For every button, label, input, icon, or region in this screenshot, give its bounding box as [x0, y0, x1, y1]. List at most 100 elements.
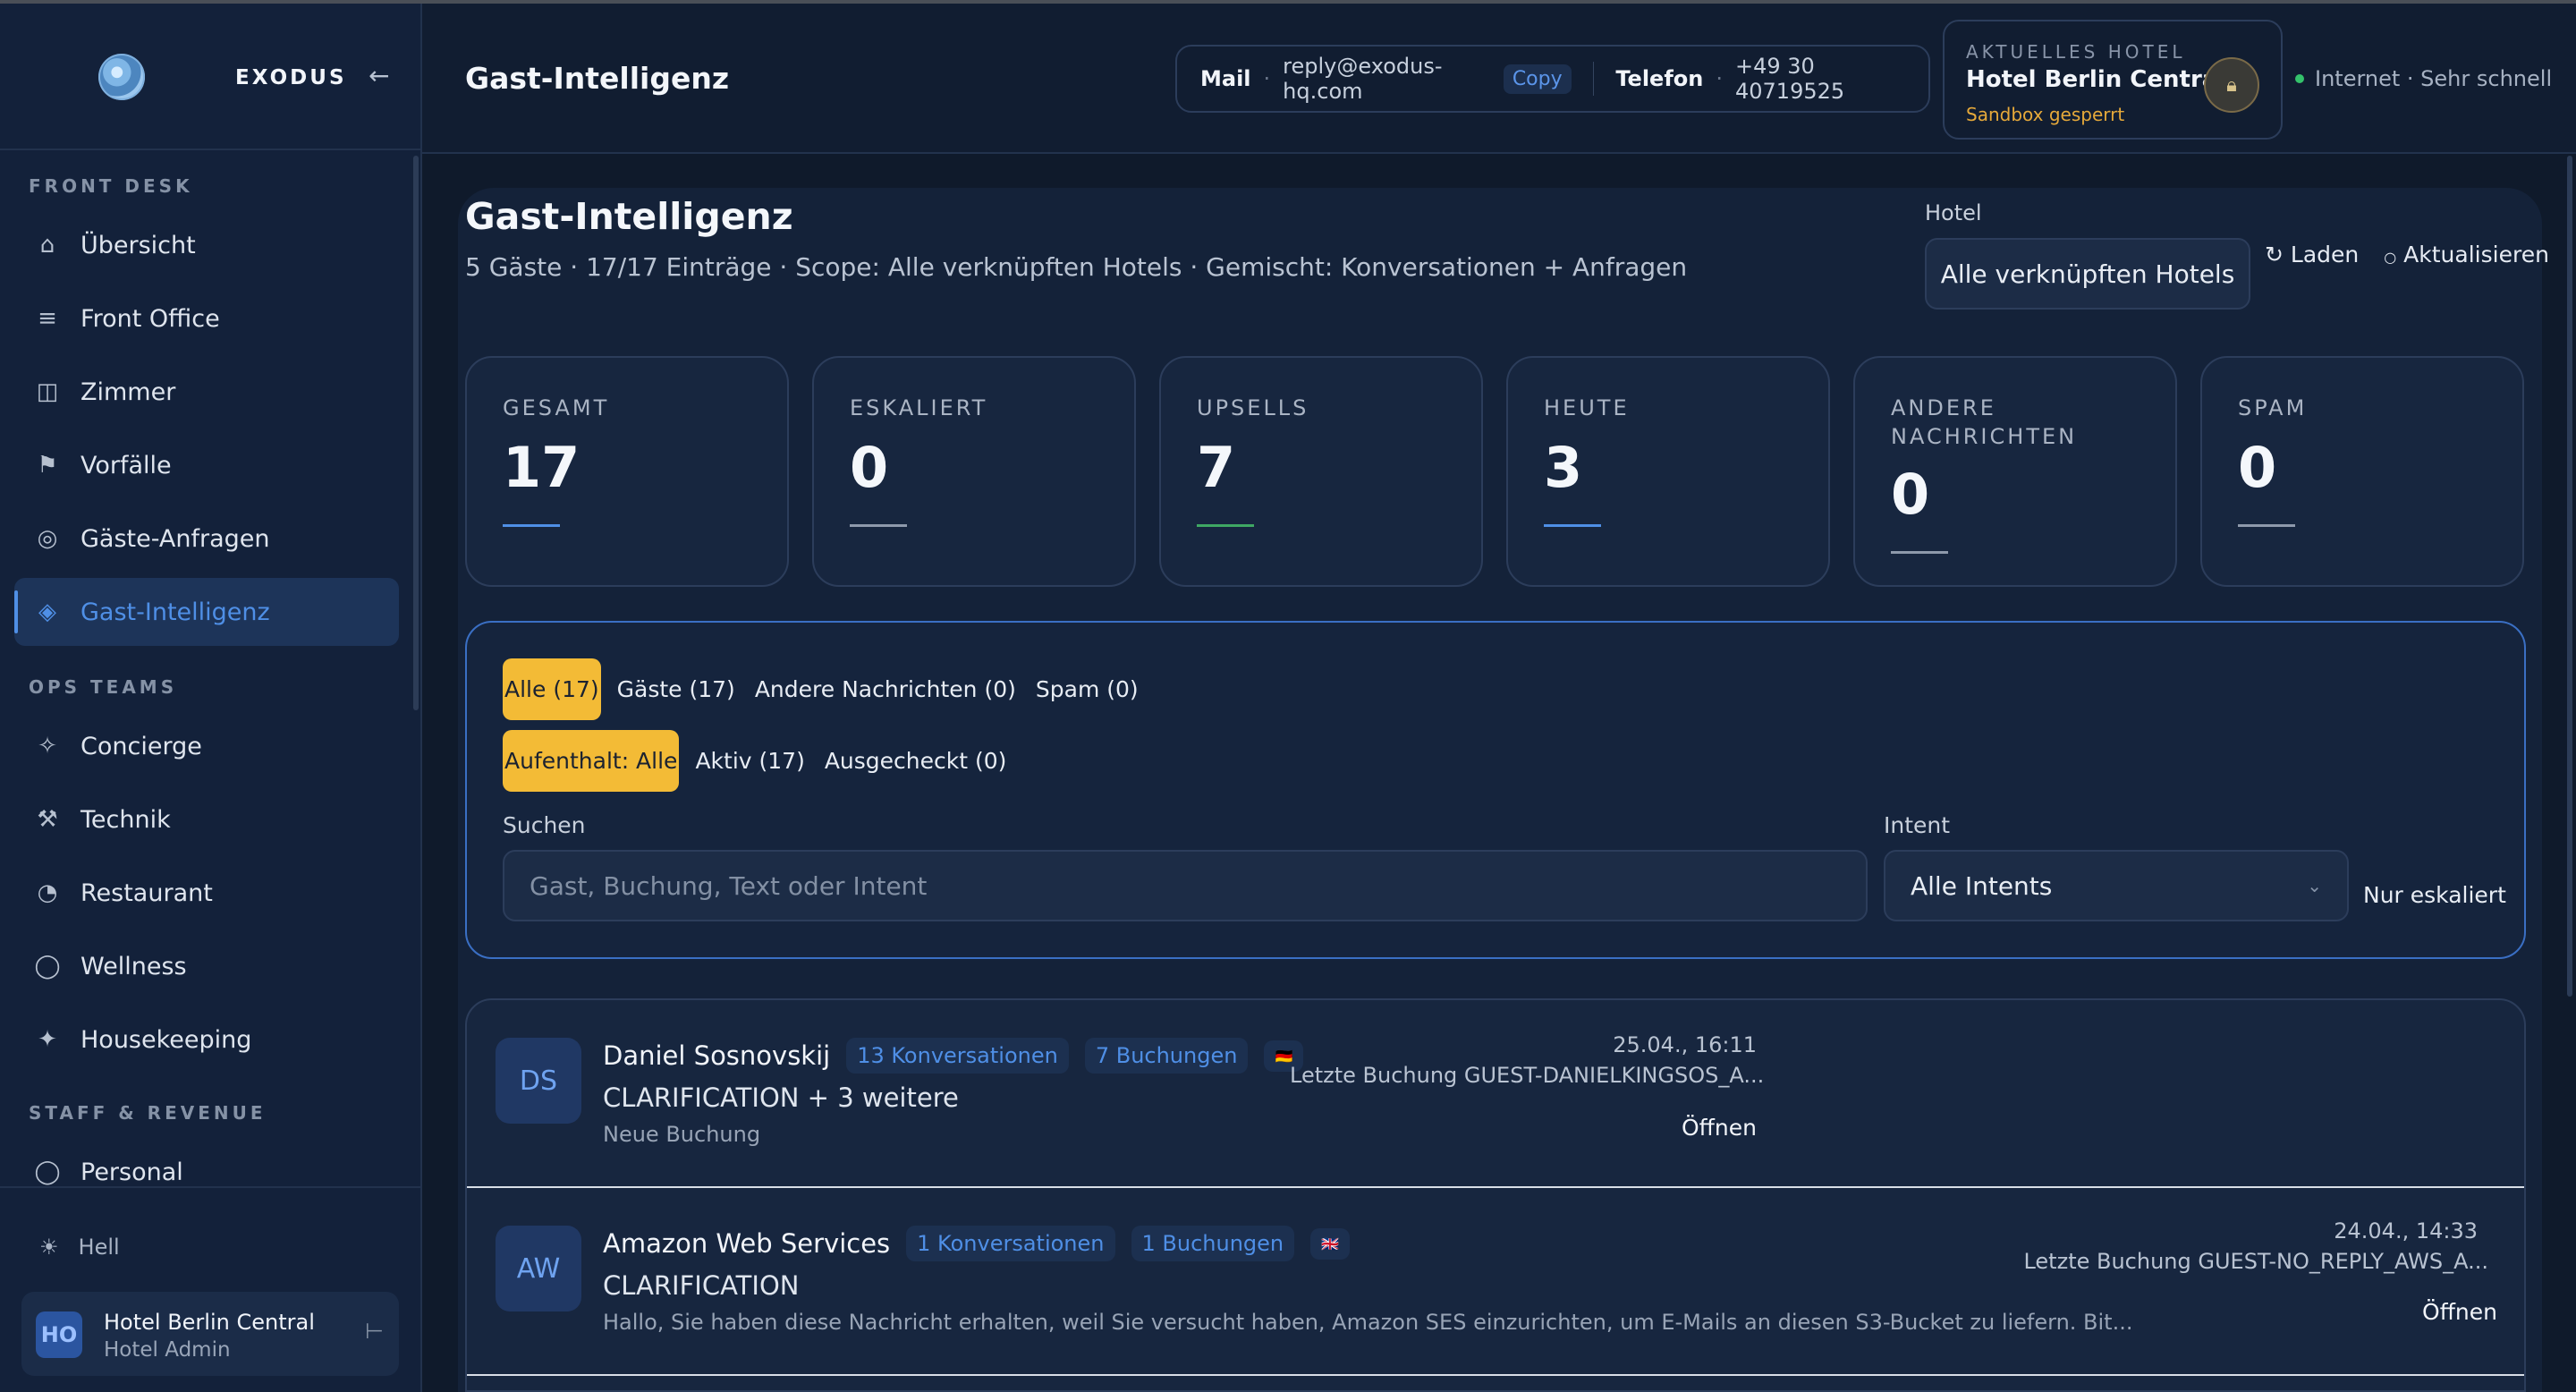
user-card[interactable]: HO Hotel Berlin Central Hotel Admin ⊢	[21, 1292, 399, 1376]
stat-card-heute: HEUTE 3	[1506, 356, 1830, 587]
section-label-staff-revenue: STAFF & REVENUE	[29, 1102, 267, 1124]
search-label: Suchen	[503, 812, 586, 838]
stat-label: HEUTE	[1544, 395, 1630, 420]
chip-andere-nachrichten[interactable]: Andere Nachrichten (0)	[751, 667, 1020, 711]
intent-select[interactable]: Alle Intents ⌄	[1884, 850, 2349, 921]
bookings-badge[interactable]: 7 Buchungen	[1084, 1038, 1249, 1074]
contact-bar: Mail · reply@exodus-hq.com Copy Telefon …	[1175, 45, 1930, 113]
avatar: DS	[496, 1038, 581, 1124]
sidebar-item-uebersicht[interactable]: ⌂ Übersicht	[14, 211, 399, 279]
user-role: Hotel Admin	[104, 1338, 231, 1362]
home-icon: ⌂	[39, 232, 55, 259]
wrench-icon: ⚒	[37, 806, 58, 833]
door-icon: ◫	[36, 378, 59, 405]
guest-name-line: Daniel Sosnovskij 13 Konversationen 7 Bu…	[603, 1038, 1304, 1074]
sidebar-item-gaeste-anfragen[interactable]: ◎ Gäste-Anfragen	[14, 505, 399, 573]
chip-aufenthalt-alle[interactable]: Aufenthalt: Alle	[503, 730, 680, 792]
open-button[interactable]: Öffnen	[1682, 1115, 1757, 1141]
section-label-ops-teams: OPS TEAMS	[29, 676, 178, 698]
sidebar-item-vorfaelle[interactable]: ⚑ Vorfälle	[14, 431, 399, 499]
hotel-filter-label: Hotel	[1925, 200, 1982, 225]
top-header: Gast-Intelligenz Mail · reply@exodus-hq.…	[422, 4, 2576, 154]
conversations-badge[interactable]: 1 Konversationen	[906, 1226, 1115, 1261]
load-button[interactable]: ↻ Laden	[2265, 242, 2359, 267]
main-scrollbar[interactable]	[2567, 156, 2572, 997]
sidebar-item-wellness[interactable]: ◯ Wellness	[14, 932, 399, 1000]
sidebar-item-label: Housekeeping	[80, 1025, 252, 1054]
sidebar-scrollbar[interactable]	[413, 156, 419, 710]
sun-icon: ☀	[39, 1235, 59, 1260]
sidebar-item-label: Concierge	[80, 732, 202, 760]
network-status-text: Internet · Sehr schnell	[2315, 66, 2553, 91]
spark-icon: ✧	[38, 733, 57, 760]
brand-logo-icon	[98, 54, 145, 100]
conversations-badge[interactable]: 13 Konversationen	[846, 1038, 1069, 1074]
sidebar-header: EXODUS ←	[0, 4, 420, 150]
list-item[interactable]: AW Amazon Web Services 1 Konversationen …	[467, 1188, 2524, 1376]
current-hotel-name: Hotel Berlin Central	[1966, 66, 2226, 93]
stat-card-andere-nachrichten: ANDERE NACHRICHTEN 0	[1853, 356, 2177, 587]
collapse-sidebar-icon[interactable]: ←	[369, 61, 389, 90]
flag-icon: ⚑	[37, 452, 58, 479]
open-button[interactable]: Öffnen	[2422, 1299, 2497, 1325]
page-title: Gast-Intelligenz	[465, 195, 793, 238]
reload-icon: ↻	[2265, 242, 2284, 267]
separator-dot: ·	[1263, 66, 1271, 91]
stat-card-spam: SPAM 0	[2200, 356, 2524, 587]
intent-select-value: Alle Intents	[1911, 870, 2053, 901]
sidebar-item-front-office[interactable]: ≡ Front Office	[14, 284, 399, 352]
sidebar-item-label: Übersicht	[80, 231, 196, 259]
hotel-select[interactable]: Alle verknüpften Hotels	[1925, 238, 2250, 310]
stat-accent-bar	[2238, 524, 2295, 527]
stat-card-gesamt: GESAMT 17	[465, 356, 789, 587]
chip-gaeste[interactable]: Gäste (17)	[614, 667, 739, 711]
refresh-button[interactable]: ○ Aktualisieren	[2384, 242, 2549, 267]
current-hotel-card[interactable]: AKTUELLES HOTEL Hotel Berlin Central San…	[1943, 20, 2283, 140]
stat-card-upsells: UPSELLS 7	[1159, 356, 1483, 587]
user-name: Hotel Berlin Central	[104, 1310, 315, 1335]
section-label-front-desk: FRONT DESK	[29, 175, 193, 197]
chip-ausgecheckt[interactable]: Ausgecheckt (0)	[821, 739, 1011, 783]
logout-icon[interactable]: ⊢	[365, 1319, 384, 1344]
sidebar-item-label: Gäste-Anfragen	[80, 524, 270, 553]
sidebar-item-housekeeping[interactable]: ✦ Housekeeping	[14, 1006, 399, 1074]
sidebar-item-label: Gast-Intelligenz	[80, 598, 270, 626]
uk-flag-icon: 🇬🇧	[1310, 1227, 1351, 1260]
sidebar-item-gast-intelligenz[interactable]: ◈ Gast-Intelligenz	[14, 578, 399, 646]
stat-accent-bar	[850, 524, 907, 527]
bookings-badge[interactable]: 1 Buchungen	[1131, 1226, 1295, 1261]
avatar: AW	[496, 1226, 581, 1311]
escalated-only-toggle[interactable]: Nur eskaliert	[2363, 882, 2506, 908]
stat-value: 0	[850, 435, 889, 500]
diamond-icon: ◈	[38, 598, 56, 625]
guest-snippet: Hallo, Sie haben diese Nachricht erhalte…	[603, 1310, 2133, 1335]
avatar: HO	[36, 1311, 82, 1358]
last-activity-date: 25.04., 16:11	[1613, 1032, 1757, 1057]
sidebar-item-zimmer[interactable]: ◫ Zimmer	[14, 358, 399, 426]
stat-accent-bar	[1544, 524, 1601, 527]
chip-spam[interactable]: Spam (0)	[1032, 667, 1142, 711]
intent-label: Intent	[1884, 812, 1951, 838]
sidebar-item-technik[interactable]: ⚒ Technik	[14, 785, 399, 853]
current-hotel-label: AKTUELLES HOTEL	[1966, 41, 2186, 63]
star-icon: ✦	[38, 1026, 57, 1053]
search-input[interactable]	[503, 850, 1868, 921]
sidebar-item-concierge[interactable]: ✧ Concierge	[14, 712, 399, 780]
last-booking: Letzte Buchung GUEST-NO_REPLY_AWS_A...	[2023, 1249, 2488, 1274]
sidebar-item-restaurant[interactable]: ◔ Restaurant	[14, 859, 399, 927]
chip-alle[interactable]: Alle (17)	[503, 658, 601, 720]
copy-button[interactable]: Copy	[1503, 64, 1572, 94]
brand-name: EXODUS	[235, 66, 347, 89]
stat-value: 17	[503, 435, 580, 500]
theme-toggle[interactable]: ☀ Hell	[39, 1235, 120, 1260]
guest-intent: CLARIFICATION + 3 weitere	[603, 1082, 959, 1113]
mail-label: Mail	[1200, 66, 1251, 91]
list-item[interactable]: DS Daniel Sosnovskij 13 Konversationen 7…	[467, 1000, 2524, 1188]
guest-name-line: Amazon Web Services 1 Konversationen 1 B…	[603, 1226, 1351, 1261]
lock-icon[interactable]: 🔒︎	[2204, 57, 2259, 113]
refresh-icon: ○	[2384, 249, 2397, 266]
chip-aktiv[interactable]: Aktiv (17)	[691, 739, 808, 783]
stat-value: 0	[2238, 435, 2277, 500]
refresh-label: Aktualisieren	[2403, 242, 2549, 267]
guest-snippet: Neue Buchung	[603, 1122, 761, 1147]
